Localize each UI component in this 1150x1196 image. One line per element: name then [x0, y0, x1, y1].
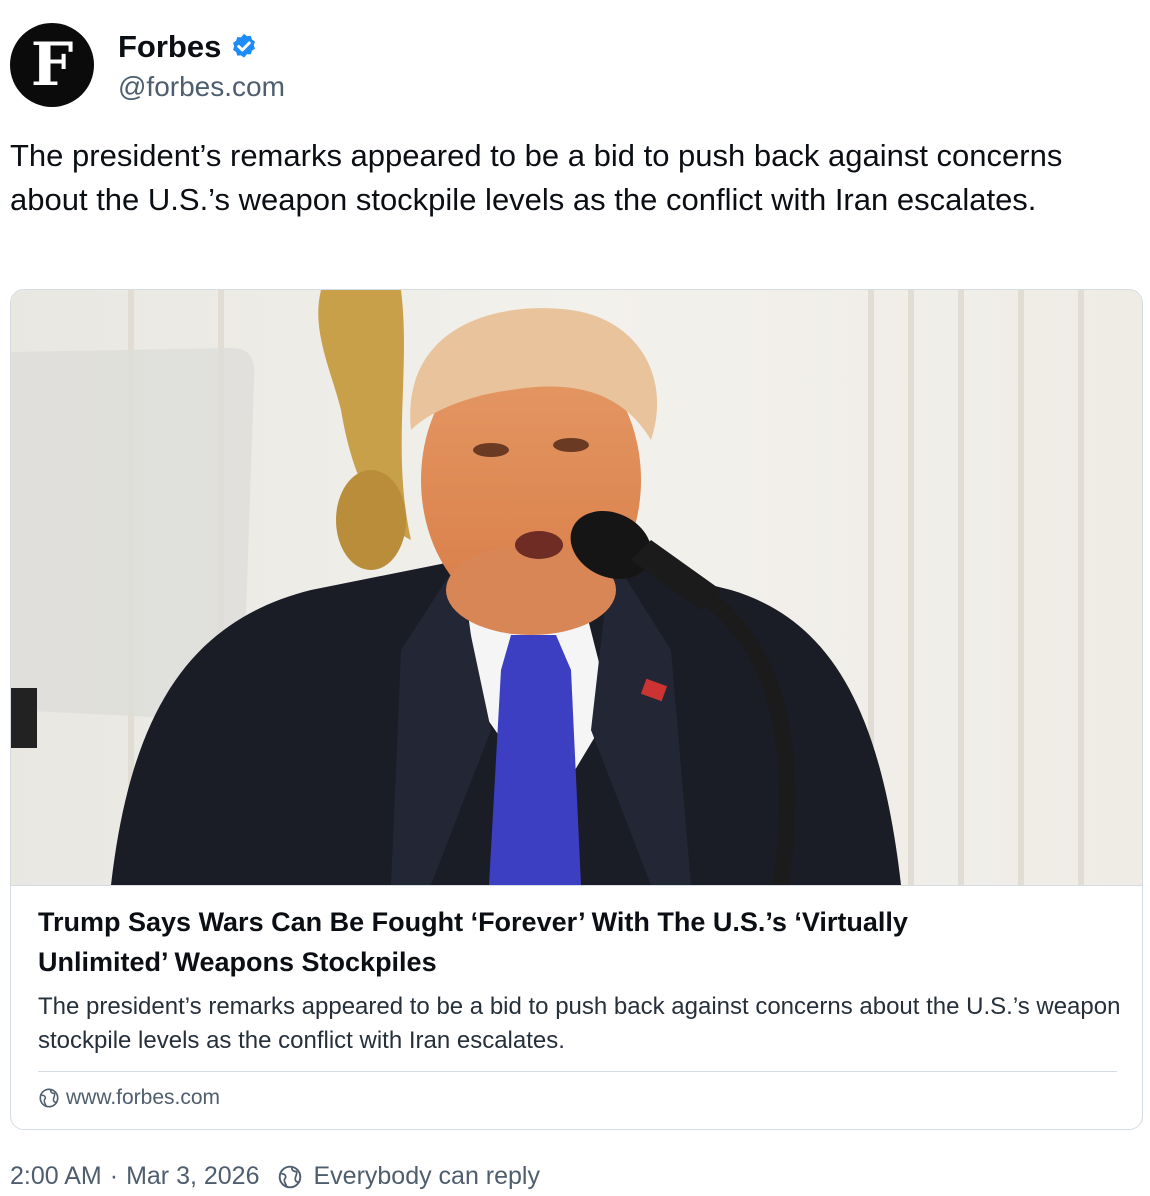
author-handle[interactable]: @forbes.com [118, 71, 285, 103]
post-footer: 2:00 AM · Mar 3, 2026 Everybody can repl… [10, 1162, 540, 1191]
card-divider [38, 1071, 1117, 1072]
card-domain-text: www.forbes.com [66, 1086, 221, 1109]
author-avatar[interactable]: F [10, 23, 94, 107]
globe-icon [39, 1088, 59, 1108]
card-title[interactable]: Trump Says Wars Can Be Fought ‘Forever’ … [38, 902, 1038, 982]
avatar-letter: F [30, 30, 74, 100]
verified-badge-icon [233, 33, 256, 58]
link-card[interactable]: Trump Says Wars Can Be Fought ‘Forever’ … [10, 289, 1143, 1130]
card-domain[interactable]: www.forbes.com [38, 1086, 220, 1110]
card-description: The president’s remarks appeared to be a… [38, 993, 1121, 1054]
card-image [11, 290, 1142, 886]
footer-separator: · [109, 1162, 119, 1190]
globe-icon [279, 1165, 302, 1188]
reply-setting[interactable]: Everybody can reply [313, 1162, 540, 1191]
post-text: The president’s remarks appeared to be a… [10, 138, 1063, 217]
post-header: F Forbes @forbes.com [10, 23, 710, 113]
author-name-row: Forbes [118, 29, 259, 65]
post-time[interactable]: 2:00 AM [10, 1162, 102, 1191]
author-name[interactable]: Forbes [118, 29, 221, 65]
post-date[interactable]: Mar 3, 2026 [126, 1162, 259, 1191]
